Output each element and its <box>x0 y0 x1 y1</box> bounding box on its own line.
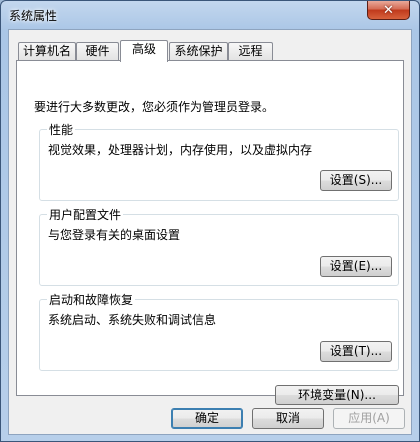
startup-recovery-settings-button[interactable]: 设置(T)... <box>320 341 392 362</box>
startup-recovery-group: 启动和故障恢复 系统启动、系统失败和调试信息 设置(T)... <box>39 291 399 371</box>
advanced-tab-panel: 要进行大多数更改，您必须作为管理员登录。 性能 视觉效果，处理器计划，内存使用，… <box>16 60 404 405</box>
ok-button[interactable]: 确定 <box>171 408 243 429</box>
admin-note: 要进行大多数更改，您必须作为管理员登录。 <box>34 100 275 114</box>
close-button[interactable]: ✕ <box>367 1 410 20</box>
close-icon: ✕ <box>383 2 394 18</box>
tab-system-protection[interactable]: 系统保护 <box>169 42 228 60</box>
performance-caption: 性能 <box>47 121 76 138</box>
apply-button[interactable]: 应用(A) <box>333 408 405 429</box>
tab-remote[interactable]: 远程 <box>228 42 273 60</box>
performance-group: 性能 视觉效果，处理器计划，内存使用，以及虚拟内存 设置(S)... <box>39 121 399 201</box>
performance-settings-button[interactable]: 设置(S)... <box>320 170 392 191</box>
title-bar[interactable]: 系统属性 ✕ <box>1 1 419 29</box>
tab-advanced[interactable]: 高级 <box>120 40 168 62</box>
startup-recovery-description: 系统启动、系统失败和调试信息 <box>48 313 217 327</box>
user-profiles-settings-button[interactable]: 设置(E)... <box>320 256 392 277</box>
tab-hardware[interactable]: 硬件 <box>76 42 119 60</box>
startup-recovery-caption: 启动和故障恢复 <box>47 291 136 308</box>
system-properties-window: 系统属性 ✕ 计算机名 硬件 高级 系统保护 远程 要进行大多数更改，您必须作为… <box>0 0 420 442</box>
dialog-client-area: 计算机名 硬件 高级 系统保护 远程 要进行大多数更改，您必须作为管理员登录。 … <box>8 29 412 435</box>
cancel-button[interactable]: 取消 <box>252 408 324 429</box>
user-profiles-group: 用户配置文件 与您登录有关的桌面设置 设置(E)... <box>39 206 399 286</box>
user-profiles-caption: 用户配置文件 <box>47 206 124 223</box>
tab-computer-name[interactable]: 计算机名 <box>18 42 76 60</box>
user-profiles-description: 与您登录有关的桌面设置 <box>48 228 181 242</box>
performance-description: 视觉效果，处理器计划，内存使用，以及虚拟内存 <box>48 143 313 157</box>
environment-variables-button[interactable]: 环境变量(N)... <box>275 385 399 405</box>
window-title: 系统属性 <box>9 9 58 23</box>
